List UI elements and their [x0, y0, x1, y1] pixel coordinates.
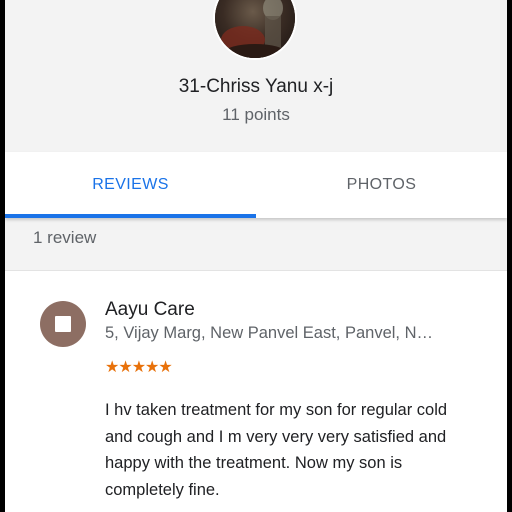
app-frame: 31-Chriss Yanu x-j 11 points REVIEWS PHO…	[5, 0, 507, 512]
place-icon[interactable]	[40, 301, 86, 347]
review-text: I hv taken treatment for my son for regu…	[105, 401, 448, 499]
place-address: 5, Vijay Marg, New Panvel East, Panvel, …	[105, 324, 434, 342]
review-card[interactable]: Aayu Care 5, Vijay Marg, New Panvel East…	[5, 271, 507, 512]
profile-header: 31-Chriss Yanu x-j 11 points	[5, 0, 507, 152]
active-tab-indicator	[5, 214, 256, 218]
avatar-photo	[215, 0, 295, 58]
square-icon	[55, 316, 71, 332]
place-name[interactable]: Aayu Care	[105, 299, 195, 321]
tab-photos[interactable]: PHOTOS	[256, 152, 507, 218]
tab-bar: REVIEWS PHOTOS	[5, 152, 507, 218]
avatar[interactable]	[213, 0, 297, 60]
star-rating: ★★★★★	[105, 359, 173, 376]
profile-name: 31-Chriss Yanu x-j	[178, 76, 334, 97]
tab-reviews[interactable]: REVIEWS	[5, 152, 256, 218]
review-count: 1 review	[33, 228, 97, 247]
profile-points: 11 points	[222, 105, 290, 124]
